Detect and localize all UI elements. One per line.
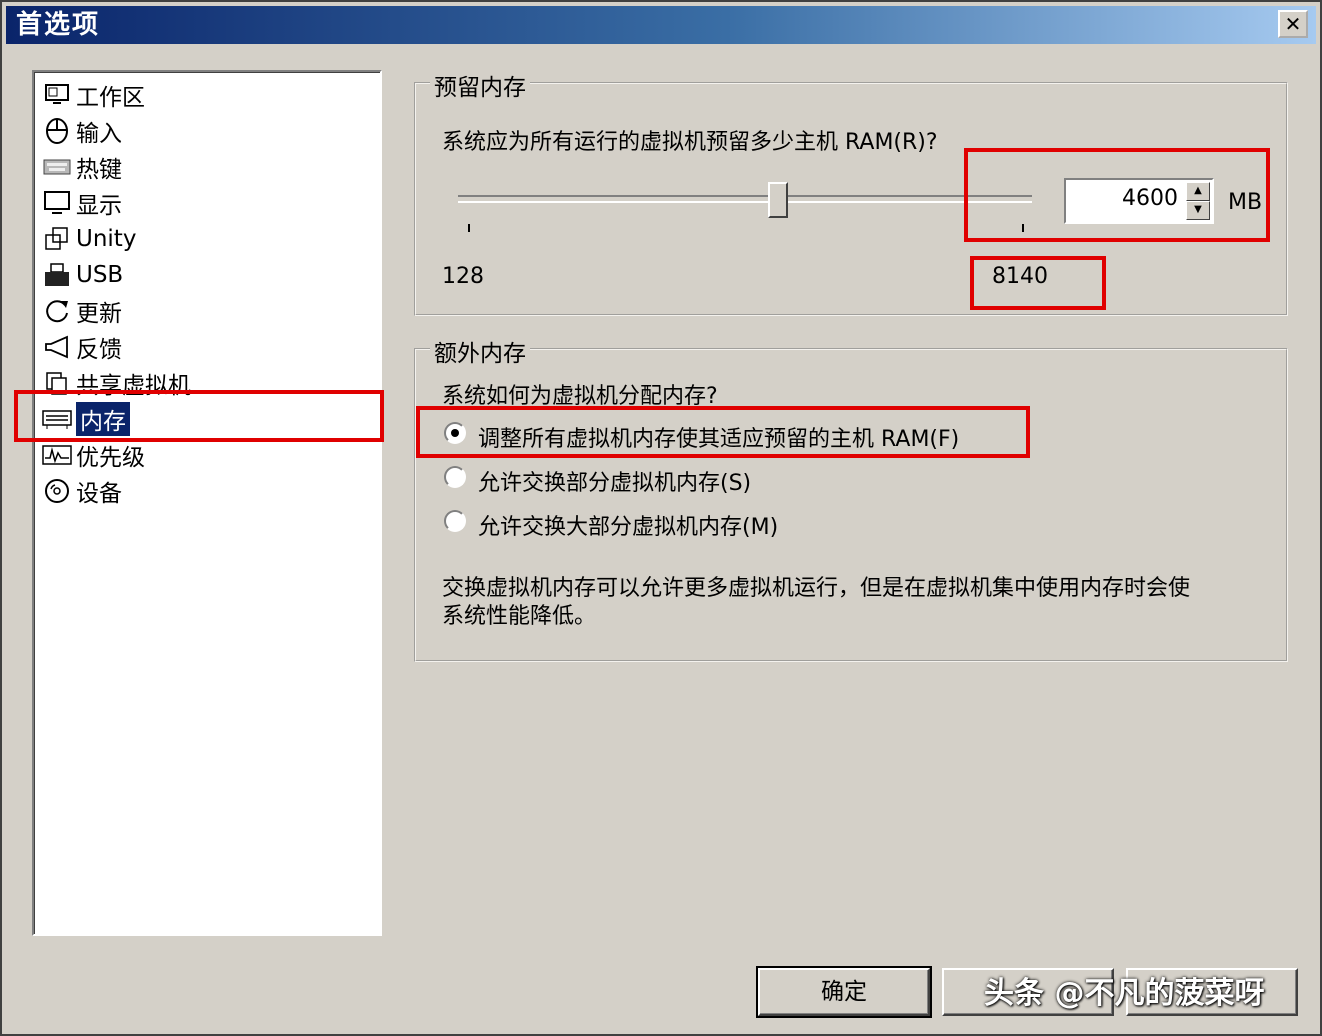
- sidebar-item-label: 输入: [76, 121, 122, 147]
- extra-memory-title: 额外内存: [430, 334, 530, 368]
- keyboard-icon: [42, 152, 72, 182]
- sidebar-item-devices[interactable]: 设备: [42, 474, 122, 508]
- sidebar-item-label: 设备: [76, 481, 122, 507]
- memory-slider-track[interactable]: [458, 195, 1032, 203]
- memory-unit-label: MB: [1228, 190, 1263, 215]
- preferences-dialog: 首选项 ✕ 工作区 输入 热键 显示 Unity USB 更新 反馈 共享虚拟机…: [0, 0, 1322, 1036]
- sidebar-item-label: USB: [76, 262, 124, 288]
- priority-chart-icon: [42, 440, 72, 470]
- slider-max-label: 8140: [992, 264, 1048, 289]
- sidebar-item-priority[interactable]: 优先级: [42, 438, 145, 472]
- sidebar-item-input[interactable]: 输入: [42, 114, 122, 148]
- sidebar-item-feedback[interactable]: 反馈: [42, 330, 122, 364]
- radio-dot: [451, 429, 459, 437]
- memory-value-input[interactable]: 4600: [1122, 186, 1178, 211]
- sidebar-item-label: 更新: [76, 301, 122, 327]
- slider-tick-max: [1022, 224, 1024, 232]
- sidebar-item-shared-vms[interactable]: 共享虚拟机: [42, 366, 191, 400]
- sidebar-item-label: 共享虚拟机: [76, 373, 191, 399]
- sidebar-item-label: 热键: [76, 157, 122, 183]
- refresh-icon: [42, 296, 72, 326]
- memory-icon: [42, 404, 72, 434]
- shared-vm-icon: [42, 368, 72, 398]
- reserved-memory-question: 系统应为所有运行的虚拟机预留多少主机 RAM(R)?: [442, 130, 938, 155]
- title-bar[interactable]: 首选项 ✕: [6, 6, 1316, 44]
- disc-icon: [42, 476, 72, 506]
- sidebar-item-label: 内存: [76, 402, 130, 436]
- slider-min-label: 128: [442, 264, 484, 289]
- option-fit-reserved-label[interactable]: 调整所有虚拟机内存使其适应预留的主机 RAM(F): [478, 421, 959, 453]
- sidebar-item-label: 工作区: [76, 85, 145, 111]
- spin-up-button[interactable]: ▲: [1186, 182, 1210, 201]
- category-list[interactable]: 工作区 输入 热键 显示 Unity USB 更新 反馈 共享虚拟机 内存 优先…: [32, 70, 382, 936]
- sidebar-item-memory[interactable]: 内存: [42, 402, 372, 436]
- radio-swap-some[interactable]: [444, 466, 466, 488]
- radio-swap-most[interactable]: [444, 510, 466, 532]
- sidebar-item-label: 显示: [76, 193, 122, 219]
- sidebar-item-label: Unity: [76, 226, 137, 252]
- unity-windows-icon: [42, 224, 72, 254]
- window-title: 首选项: [16, 10, 101, 40]
- sidebar-item-label: 反馈: [76, 337, 122, 363]
- sidebar-item-unity[interactable]: Unity: [42, 222, 136, 256]
- sidebar-item-label: 优先级: [76, 445, 145, 471]
- sidebar-item-usb[interactable]: USB: [42, 258, 123, 292]
- reserved-memory-title: 预留内存: [430, 68, 530, 102]
- sidebar-item-updates[interactable]: 更新: [42, 294, 122, 328]
- radio-fit-reserved[interactable]: [444, 422, 466, 444]
- usb-icon: [42, 260, 72, 290]
- swap-note-line2: 系统性能降低。: [442, 604, 597, 629]
- sidebar-item-hotkeys[interactable]: 热键: [42, 150, 122, 184]
- megaphone-icon: [42, 332, 72, 362]
- workspace-icon: [42, 80, 72, 110]
- option-swap-most-label[interactable]: 允许交换大部分虚拟机内存(M): [478, 509, 778, 541]
- monitor-icon: [42, 188, 72, 218]
- watermark: 头条 @不凡的菠菜呀: [984, 976, 1265, 1011]
- slider-tick-min: [468, 224, 470, 232]
- mouse-icon: [42, 116, 72, 146]
- ok-button[interactable]: 确定: [756, 966, 932, 1018]
- extra-memory-question: 系统如何为虚拟机分配内存?: [442, 384, 718, 409]
- sidebar-item-display[interactable]: 显示: [42, 186, 122, 220]
- option-swap-some-label[interactable]: 允许交换部分虚拟机内存(S): [478, 465, 751, 497]
- spin-down-button[interactable]: ▼: [1186, 201, 1210, 220]
- sidebar-item-workspace[interactable]: 工作区: [42, 78, 145, 112]
- memory-slider-thumb[interactable]: [768, 182, 788, 218]
- close-button[interactable]: ✕: [1278, 10, 1308, 38]
- memory-spinbox[interactable]: 4600 ▲ ▼: [1064, 178, 1214, 224]
